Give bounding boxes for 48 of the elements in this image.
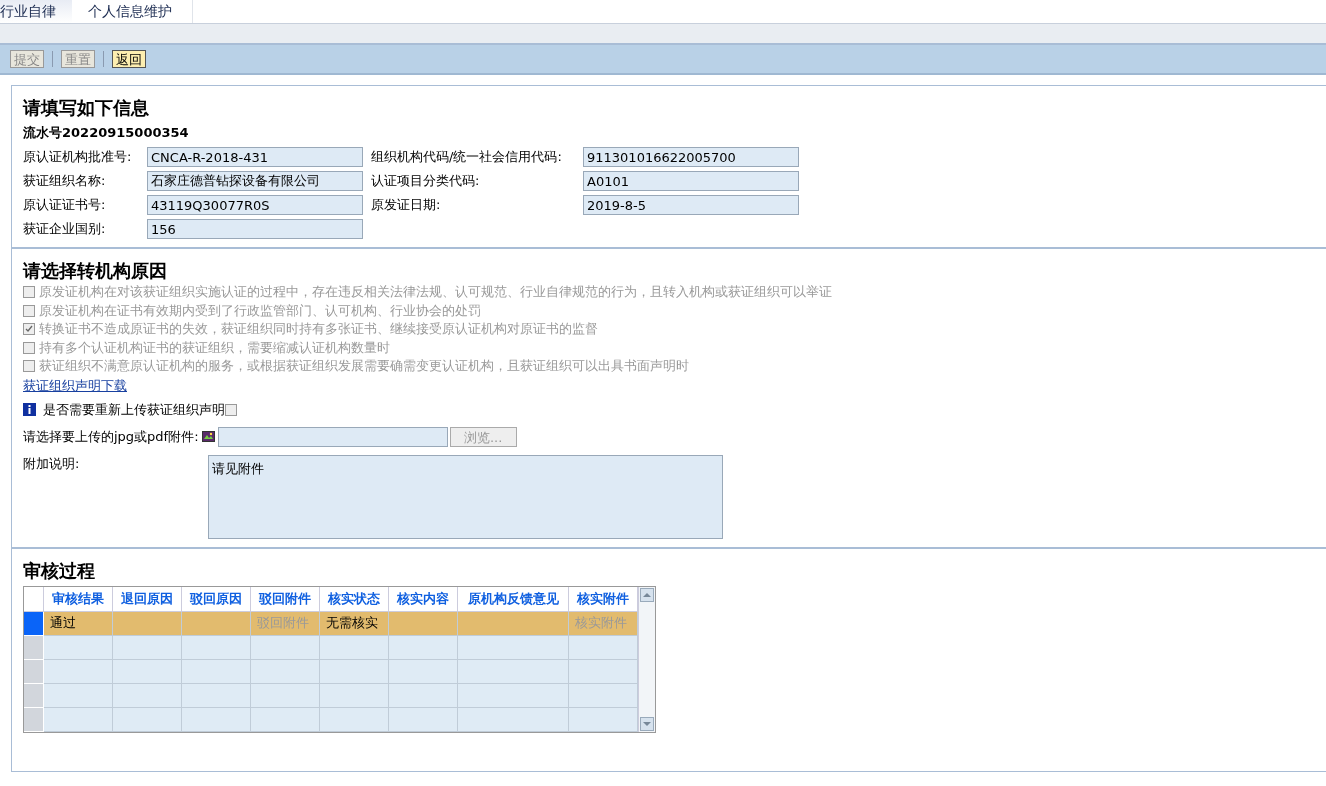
table-cell: 驳回附件 — [251, 611, 320, 636]
column-header[interactable]: 原机构反馈意见 — [458, 586, 569, 612]
field-label: 原认证机构批准号: — [23, 148, 133, 166]
input-field[interactable]: 911301016622005700 — [583, 147, 799, 167]
column-header[interactable]: 驳回附件 — [251, 586, 320, 612]
reason-label: 原发证机构在证书有效期内受到了行政监管部门、认可机构、行业协会的处罚 — [39, 301, 481, 320]
reupload-label: 是否需要重新上传获证组织声明 — [43, 400, 225, 419]
corner-cell — [24, 586, 44, 612]
info-icon — [23, 403, 36, 416]
field-label: 组织机构代码/统一社会信用代码: — [371, 148, 563, 166]
field-label: 原认证证书号: — [23, 196, 107, 214]
file-field[interactable] — [217, 426, 448, 447]
field-label: 获证企业国别: — [23, 220, 107, 238]
field-label: 原发证日期: — [371, 196, 442, 214]
column-header[interactable]: 核实状态 — [320, 586, 389, 612]
upload-label: 请选择要上传的jpg或pdf附件: — [23, 427, 199, 446]
tab[interactable]: 行业自律 — [0, 0, 72, 23]
section-title: 请选择转机构原因 — [23, 259, 168, 283]
section-title: 审核过程 — [23, 558, 96, 583]
input-field[interactable]: 2019-8-5 — [583, 195, 799, 215]
input-field[interactable]: 43119Q30077R0S — [147, 195, 363, 215]
scroll-up-icon[interactable] — [640, 587, 654, 602]
field-label: 获证组织名称: — [23, 172, 107, 190]
input-field[interactable]: 156 — [147, 219, 363, 239]
input-field[interactable]: CNCA-R-2018-431 — [147, 147, 363, 167]
reason-label: 转换证书不造成原证书的失效，获证组织同时持有多张证书、继续接受原认证机构对原证书的监督 — [39, 320, 598, 338]
column-header[interactable]: 退回原因 — [113, 586, 182, 612]
column-header[interactable]: 驳回原因 — [182, 586, 251, 612]
image-file-icon — [201, 431, 215, 442]
scrollbar[interactable] — [638, 586, 655, 732]
row-header[interactable] — [24, 611, 44, 636]
toolbar-button[interactable]: 返回 — [112, 50, 146, 68]
column-header[interactable]: 核实附件 — [569, 586, 638, 612]
table-cell: 无需核实 — [320, 611, 389, 636]
scroll-down-icon[interactable] — [640, 716, 654, 731]
serial-number: 流水号20220915000354 — [23, 124, 190, 142]
reason-label: 原发证机构在对该获证组织实施认证的过程中，存在违反相关法律法规、认可规范、行业自律规范的行为，且转入机构或获证组织可以举证 — [39, 283, 832, 301]
input-field[interactable]: A0101 — [583, 171, 799, 191]
table-cell: 通过 — [44, 611, 113, 636]
table-cell: 核实附件 — [569, 611, 638, 636]
reason-label: 持有多个认证机构证书的获证组织，需要缩减认证机构数量时 — [39, 338, 390, 357]
field-label: 认证项目分类代码: — [371, 172, 481, 190]
input-field[interactable]: 石家庄德普钻探设备有限公司 — [147, 171, 363, 191]
section-title: 请填写如下信息 — [23, 96, 150, 120]
column-header[interactable]: 审核结果 — [44, 586, 113, 612]
column-header[interactable]: 核实内容 — [389, 586, 458, 612]
note-label: 附加说明: — [23, 454, 81, 473]
reason-label: 获证组织不满意原认证机构的服务，或根据获证组织发展需要确需变更认证机构，且获证组织可以出具书面声明时 — [39, 357, 689, 375]
